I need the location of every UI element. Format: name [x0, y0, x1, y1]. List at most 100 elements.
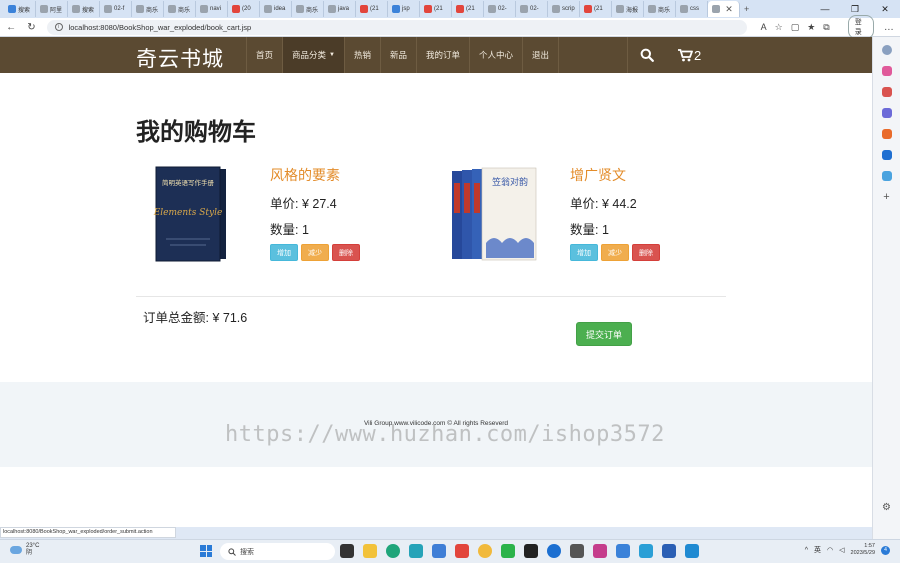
system-tray: ^ 英 ◠ ◁ 1:57 2023/5/29 4 [805, 543, 890, 557]
cart-icon [678, 48, 693, 61]
search-icon[interactable] [628, 37, 666, 73]
word-icon[interactable] [662, 544, 676, 558]
login-button[interactable]: 登录 [847, 15, 874, 39]
start-button[interactable] [200, 545, 212, 557]
notification-badge[interactable]: 4 [881, 545, 890, 555]
navicat-icon[interactable] [616, 544, 630, 558]
tools-icon[interactable] [881, 87, 892, 97]
favorite-star-icon[interactable]: ☆ [775, 22, 783, 33]
browser-tab[interactable]: 02-f [100, 1, 132, 17]
notepad-icon[interactable] [639, 544, 653, 558]
outlook-icon[interactable] [881, 150, 892, 160]
delete-button[interactable]: 删除 [332, 244, 360, 261]
file-explorer-icon[interactable] [363, 544, 377, 558]
book-cover-image[interactable]: 笠翁对韵 [450, 163, 540, 265]
browser-tab[interactable]: java [324, 1, 356, 17]
jetbrains-icon[interactable] [593, 544, 607, 558]
clock[interactable]: 1:57 2023/5/29 [851, 543, 875, 557]
browser-tab[interactable]: 阿里 [36, 1, 68, 17]
nav-item-new[interactable]: 新品 [380, 37, 416, 73]
collections-icon[interactable]: ⧉ [823, 22, 829, 33]
browser-tab[interactable]: (21 [452, 1, 484, 17]
browser-tab[interactable]: (21 [356, 1, 388, 17]
browser-tab[interactable]: 商乐 [292, 1, 324, 17]
site-brand[interactable]: 奇云书城 [136, 43, 224, 73]
decrease-button[interactable]: 减少 [601, 244, 629, 261]
book-cover-image[interactable]: 简明英语写作手册 Elements Style [150, 163, 240, 265]
nav-item-label: 退出 [532, 50, 550, 60]
send-icon[interactable] [881, 171, 892, 181]
nav-item-orders[interactable]: 我的订单 [416, 37, 469, 73]
nav-item-category[interactable]: 商品分类 ▼ [282, 37, 344, 73]
taskbar-search[interactable]: 搜索 [220, 543, 335, 560]
nav-item-logout[interactable]: 退出 [522, 37, 560, 73]
browser-tab[interactable]: 商乐 [132, 1, 164, 17]
browser-tab[interactable]: css [676, 1, 708, 17]
vtuber-icon[interactable] [409, 544, 423, 558]
minimize-button[interactable]: — [810, 0, 840, 18]
browser-tab[interactable]: scrip [548, 1, 580, 17]
nav-item-profile[interactable]: 个人中心 [469, 37, 522, 73]
increase-button[interactable]: 增加 [570, 244, 598, 261]
search-sidebar-icon[interactable] [881, 45, 892, 55]
edge-icon[interactable] [386, 544, 400, 558]
weather-widget[interactable]: 23°C 阴 [10, 543, 39, 557]
item-name[interactable]: 增广贤文 [570, 165, 770, 185]
browser-tab[interactable]: 搜索 [4, 1, 36, 17]
chevron-up-icon[interactable]: ^ [805, 547, 808, 554]
browser-tab[interactable]: (20 [228, 1, 260, 17]
delete-button[interactable]: 删除 [632, 244, 660, 261]
tab-favicon-icon [264, 5, 272, 13]
terminal-icon[interactable] [524, 544, 538, 558]
browser-tab[interactable]: jsp [388, 1, 420, 17]
item-quantity: 数量: 1 [270, 223, 309, 237]
item-name[interactable]: 风格的要素 [270, 165, 470, 185]
chrome-icon[interactable] [478, 544, 492, 558]
cart-link[interactable]: 2 [666, 37, 713, 73]
media-icon[interactable] [547, 544, 561, 558]
tab-label: css [690, 6, 699, 12]
office-icon[interactable] [881, 129, 892, 139]
add-sidebar-icon[interactable]: + [882, 192, 892, 203]
reload-icon[interactable]: ↻ [26, 22, 36, 33]
browser-tab[interactable]: 02- [516, 1, 548, 17]
browser-tab[interactable]: 搜索 [68, 1, 100, 17]
url-field[interactable]: i localhost:8080/BookShop_war_exploded/b… [46, 19, 747, 35]
store-icon[interactable] [432, 544, 446, 558]
site-info-icon[interactable]: i [54, 23, 63, 31]
split-screen-icon[interactable]: ▢ [791, 22, 800, 33]
browser-tab[interactable]: 02- [484, 1, 516, 17]
sidebar-settings-icon[interactable]: ⚙ [882, 503, 892, 513]
volume-icon[interactable]: ◁ [839, 546, 844, 554]
vscode-icon[interactable] [685, 544, 699, 558]
back-icon[interactable]: ← [6, 22, 16, 33]
nav-item-hot[interactable]: 热销 [343, 37, 380, 73]
close-window-button[interactable]: ✕ [870, 0, 900, 18]
browser-tab[interactable]: idea [260, 1, 292, 17]
close-tab-icon[interactable]: ✕ [725, 4, 733, 15]
browser-tab[interactable]: (21 [420, 1, 452, 17]
games-icon[interactable] [881, 108, 892, 118]
browser-tab[interactable]: (21 [580, 1, 612, 17]
wifi-icon[interactable]: ◠ [827, 546, 833, 554]
wechat-icon[interactable] [501, 544, 515, 558]
shopping-icon[interactable] [881, 66, 892, 76]
read-aloud-icon[interactable]: A [761, 22, 767, 33]
submit-order-button[interactable]: 提交订单 [576, 322, 632, 346]
more-menu-icon[interactable]: … [884, 22, 894, 33]
new-tab-button[interactable]: + [744, 4, 749, 14]
browser-tab[interactable]: 商乐 [644, 1, 676, 17]
tab-label: (21 [594, 6, 603, 12]
nav-item-home[interactable]: 首页 [246, 37, 282, 73]
favorites-icon[interactable]: ★ [807, 22, 815, 33]
task-view-icon[interactable] [340, 544, 354, 558]
increase-button[interactable]: 增加 [270, 244, 298, 261]
browser-tab[interactable]: 商乐 [164, 1, 196, 17]
decrease-button[interactable]: 减少 [301, 244, 329, 261]
csdn-icon[interactable] [455, 544, 469, 558]
browser-tab[interactable]: ✕ [708, 1, 740, 17]
language-indicator[interactable]: 英 [814, 545, 821, 555]
app-icon[interactable] [570, 544, 584, 558]
browser-tab[interactable]: 海报 [612, 1, 644, 17]
browser-tab[interactable]: navi [196, 1, 228, 17]
